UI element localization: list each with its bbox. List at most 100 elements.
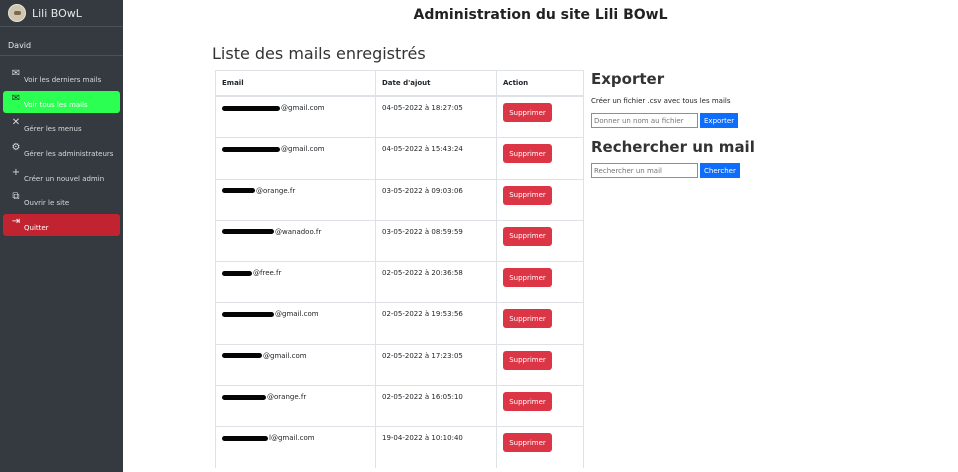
redaction-mark xyxy=(222,229,274,235)
export-button[interactable]: Exporter xyxy=(700,113,739,128)
nav-label: Créer un nouvel admin xyxy=(24,174,105,183)
date-value: 03-05-2022 à 09:03:06 xyxy=(382,186,463,195)
column-header-email: Email xyxy=(215,70,376,97)
action-cell: Supprimer xyxy=(496,426,584,468)
redaction-mark xyxy=(222,188,255,194)
export-title: Exporter xyxy=(591,70,665,88)
email-cell: @orange.fr xyxy=(215,178,376,221)
utensils-icon: ✕ xyxy=(11,117,21,129)
page-title: Administration du site Lili BOwL xyxy=(413,7,668,23)
redaction-mark xyxy=(222,311,274,317)
delete-button[interactable]: Supprimer xyxy=(503,226,552,246)
date-cell: 03-05-2022 à 09:03:06 xyxy=(375,178,497,221)
action-cell: Supprimer xyxy=(496,178,584,221)
table-header-row: Email Date d'ajout Action xyxy=(215,70,584,97)
date-cell: 04-05-2022 à 15:43:24 xyxy=(375,137,497,180)
nav-item-admins[interactable]: ⚙ Gérer les administrateurs xyxy=(3,140,120,162)
redaction-mark xyxy=(222,394,266,400)
nav-label: Gérer les administrateurs xyxy=(24,150,114,159)
delete-button[interactable]: Supprimer xyxy=(503,350,552,370)
nav-label: Ouvrir le site xyxy=(24,199,70,208)
search-title: Rechercher un mail xyxy=(591,138,755,156)
nav-item-latest-mails[interactable]: ✉ Voir les derniers mails xyxy=(3,66,120,88)
table-row: @gmail.com 04-05-2022 à 18:27:05 Supprim… xyxy=(215,95,584,138)
email-cell: @gmail.com xyxy=(215,137,376,180)
email-domain: @free.fr xyxy=(253,269,282,278)
delete-button[interactable]: Supprimer xyxy=(503,309,552,329)
email-domain: l@gmail.com xyxy=(269,434,315,443)
envelope-icon: ✉ xyxy=(11,68,21,79)
action-cell: Supprimer xyxy=(496,261,584,303)
action-cell: Supprimer xyxy=(496,219,584,262)
nav-item-open-site[interactable]: ⧉ Ouvrir le site xyxy=(3,189,120,211)
table-row: @orange.fr 02-05-2022 à 16:05:10 Supprim… xyxy=(215,385,584,427)
redaction-mark xyxy=(222,146,280,152)
logo xyxy=(8,4,26,22)
external-link-icon: ⧉ xyxy=(12,191,20,203)
table-row: @gmail.com 04-05-2022 à 15:43:24 Supprim… xyxy=(215,137,584,180)
redaction-mark xyxy=(222,105,280,111)
sign-out-icon: ⇥ xyxy=(11,216,21,228)
user-plus-icon: + xyxy=(11,166,21,178)
brand[interactable]: Lili BOwL xyxy=(0,0,123,27)
date-value: 03-05-2022 à 08:59:59 xyxy=(382,227,463,236)
table-row: @gmail.com 02-05-2022 à 17:23:05 Supprim… xyxy=(215,343,584,386)
column-header-date: Date d'ajout xyxy=(375,70,497,97)
email-cell: l@gmail.com xyxy=(215,426,376,468)
export-filename-input[interactable] xyxy=(591,113,698,128)
date-value: 02-05-2022 à 19:53:56 xyxy=(382,310,463,319)
date-cell: 03-05-2022 à 08:59:59 xyxy=(375,219,497,262)
delete-button[interactable]: Supprimer xyxy=(503,185,552,205)
table-row: @orange.fr 03-05-2022 à 09:03:06 Supprim… xyxy=(215,178,584,221)
nav-label: Gérer les menus xyxy=(24,125,82,134)
nav-item-menus[interactable]: ✕ Gérer les menus xyxy=(3,115,120,137)
date-cell: 02-05-2022 à 16:05:10 xyxy=(375,385,497,427)
email-domain: @gmail.com xyxy=(281,145,325,154)
users-cog-icon: ⚙ xyxy=(11,142,21,154)
email-domain: @orange.fr xyxy=(256,186,296,195)
nav-label: Quitter xyxy=(24,224,49,233)
sidebar: Lili BOwL David ✉ Voir les derniers mail… xyxy=(0,0,123,472)
search-input[interactable] xyxy=(591,163,698,178)
delete-button[interactable]: Supprimer xyxy=(503,268,552,288)
redaction-mark xyxy=(222,435,268,441)
date-value: 02-05-2022 à 17:23:05 xyxy=(382,351,463,360)
nav-label: Voir les derniers mails xyxy=(24,76,102,84)
date-cell: 19-04-2022 à 10:10:40 xyxy=(375,426,497,468)
delete-button[interactable]: Supprimer xyxy=(503,433,552,453)
date-cell: 04-05-2022 à 18:27:05 xyxy=(375,95,497,138)
user-name: David xyxy=(0,27,123,56)
email-cell: @orange.fr xyxy=(215,385,376,427)
email-cell: @gmail.com xyxy=(215,302,376,345)
table-row: @wanadoo.fr 03-05-2022 à 08:59:59 Suppri… xyxy=(215,219,584,262)
email-domain: @orange.fr xyxy=(267,393,307,402)
email-domain: @gmail.com xyxy=(263,351,307,360)
export-form: Exporter xyxy=(591,113,755,128)
action-cell: Supprimer xyxy=(496,137,584,180)
search-form: Chercher xyxy=(591,163,755,178)
delete-button[interactable]: Supprimer xyxy=(503,144,552,164)
nav-item-new-admin[interactable]: + Créer un nouvel admin xyxy=(3,165,120,187)
brand-name: Lili BOwL xyxy=(32,6,82,20)
action-cell: Supprimer xyxy=(496,343,584,386)
side-panel: Exporter Créer un fichier .csv avec tous… xyxy=(591,70,755,178)
action-cell: Supprimer xyxy=(496,95,584,138)
nav-label: Voir tous les mails xyxy=(24,100,88,109)
action-cell: Supprimer xyxy=(496,302,584,345)
delete-button[interactable]: Supprimer xyxy=(503,103,552,122)
date-value: 02-05-2022 à 20:36:58 xyxy=(382,269,463,278)
email-domain: @gmail.com xyxy=(281,104,325,112)
search-button[interactable]: Chercher xyxy=(700,163,740,178)
table-row: @gmail.com 02-05-2022 à 19:53:56 Supprim… xyxy=(215,302,584,345)
date-cell: 02-05-2022 à 19:53:56 xyxy=(375,302,497,345)
table-row: l@gmail.com 19-04-2022 à 10:10:40 Suppri… xyxy=(215,426,584,468)
date-value: 04-05-2022 à 15:43:24 xyxy=(382,145,463,154)
redaction-mark xyxy=(222,353,262,359)
date-value: 19-04-2022 à 10:10:40 xyxy=(382,434,463,443)
nav-item-quit[interactable]: ⇥ Quitter xyxy=(3,214,120,237)
nav-item-all-mails[interactable]: ✉ Voir tous les mails xyxy=(3,90,120,113)
envelope-open-icon: ✉ xyxy=(11,92,21,104)
email-cell: @gmail.com xyxy=(215,95,376,138)
date-cell: 02-05-2022 à 20:36:58 xyxy=(375,261,497,303)
delete-button[interactable]: Supprimer xyxy=(503,392,552,412)
